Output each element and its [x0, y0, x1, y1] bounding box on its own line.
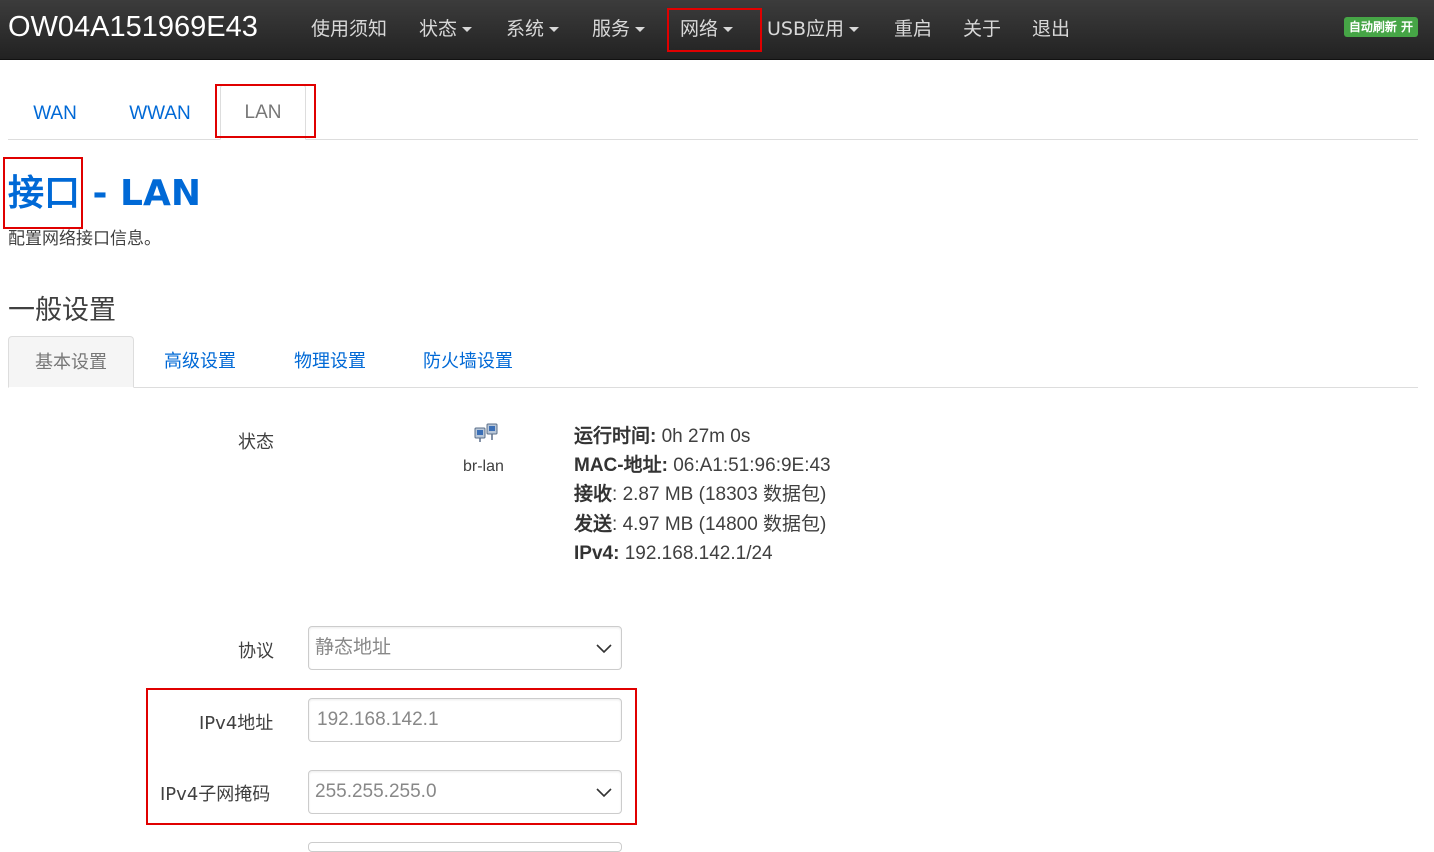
nav-services-label: 服务 — [592, 18, 631, 40]
nav-system-menu[interactable]: 系统 — [506, 16, 560, 42]
status-label: 状态 — [238, 432, 274, 453]
nav-status-menu[interactable]: 状态 — [419, 16, 473, 42]
nav-usb-apps-menu[interactable]: USB应用 — [767, 16, 860, 42]
caret-down-icon — [849, 27, 860, 32]
ipv4-address-input[interactable]: 192.168.142.1 — [308, 698, 622, 742]
nav-usage-notes[interactable]: 使用须知 — [311, 16, 387, 42]
status-line-rx: 接收: 2.87 MB (18303 数据包) — [574, 484, 827, 506]
nav-usage-notes-label: 使用须知 — [311, 18, 388, 40]
autorefresh-toggle[interactable]: 自动刷新 开 — [1343, 17, 1418, 37]
settings-tabs: 基本设置 高级设置 物理设置 防火墙设置 — [8, 336, 1418, 388]
status-line-ipv4: IPv4: 192.168.142.1/24 — [574, 542, 773, 564]
ipv4-address-label: IPv4地址 — [199, 713, 274, 734]
caret-down-icon — [723, 27, 734, 32]
tab-physical-settings[interactable]: 物理设置 — [284, 336, 376, 388]
tab-wwan[interactable]: WWAN — [120, 90, 200, 138]
chevron-down-icon — [596, 788, 612, 798]
status-details: 运行时间: 0h 27m 0s MAC-地址: 06:A1:51:96:9E:4… — [574, 422, 831, 568]
interface-tabs: WAN WWAN LAN — [8, 84, 1418, 140]
page-title: 接口 - LAN — [8, 170, 201, 218]
status-line-tx: 发送: 4.97 MB (14800 数据包) — [574, 513, 827, 535]
nav-logout[interactable]: 退出 — [1032, 16, 1070, 42]
network-bridge-icon — [474, 423, 498, 442]
nav-services-menu[interactable]: 服务 — [592, 16, 646, 42]
protocol-label: 协议 — [238, 641, 274, 662]
caret-down-icon — [635, 27, 646, 32]
top-navbar: OW04A151969E43 使用须知 状态 系统 服务 网络 USB应用 重启… — [0, 0, 1434, 60]
protocol-select[interactable]: 静态地址 — [308, 626, 622, 670]
nav-logout-label: 退出 — [1032, 18, 1071, 40]
ipv4-netmask-label: IPv4子网掩码 — [160, 784, 271, 805]
page-title-suffix: - LAN — [80, 173, 201, 214]
nav-about[interactable]: 关于 — [963, 16, 1001, 42]
chevron-down-icon — [596, 644, 612, 654]
nav-network-label: 网络 — [680, 18, 719, 40]
nav-status-label: 状态 — [419, 18, 458, 40]
ipv4-address-value: 192.168.142.1 — [317, 709, 439, 730]
nav-about-label: 关于 — [963, 18, 1002, 40]
nav-reboot[interactable]: 重启 — [894, 16, 932, 42]
section-title-general: 一般设置 — [8, 295, 116, 326]
ipv4-netmask-select[interactable]: 255.255.255.0 — [308, 770, 622, 814]
tab-basic-settings[interactable]: 基本设置 — [8, 336, 134, 388]
status-line-uptime: 运行时间: 0h 27m 0s — [574, 426, 751, 447]
page-description: 配置网络接口信息。 — [8, 229, 161, 249]
nav-reboot-label: 重启 — [894, 18, 933, 40]
tab-lan[interactable]: LAN — [220, 84, 306, 140]
next-field-partial[interactable] — [308, 842, 622, 852]
caret-down-icon — [549, 27, 560, 32]
protocol-select-value: 静态地址 — [315, 637, 392, 658]
device-name: br-lan — [463, 458, 504, 475]
page-title-prefix: 接口 — [8, 173, 81, 214]
nav-system-label: 系统 — [506, 18, 545, 40]
tab-advanced-settings[interactable]: 高级设置 — [154, 336, 246, 388]
nav-network-menu[interactable]: 网络 — [680, 16, 734, 42]
ipv4-netmask-value: 255.255.255.0 — [315, 781, 437, 802]
brand-hostname[interactable]: OW04A151969E43 — [8, 10, 258, 44]
nav-usb-apps-label: USB应用 — [767, 18, 845, 40]
status-line-mac: MAC-地址: 06:A1:51:96:9E:43 — [574, 455, 831, 477]
tab-firewall-settings[interactable]: 防火墙设置 — [412, 336, 524, 388]
caret-down-icon — [462, 27, 473, 32]
tab-wan[interactable]: WAN — [18, 90, 92, 138]
